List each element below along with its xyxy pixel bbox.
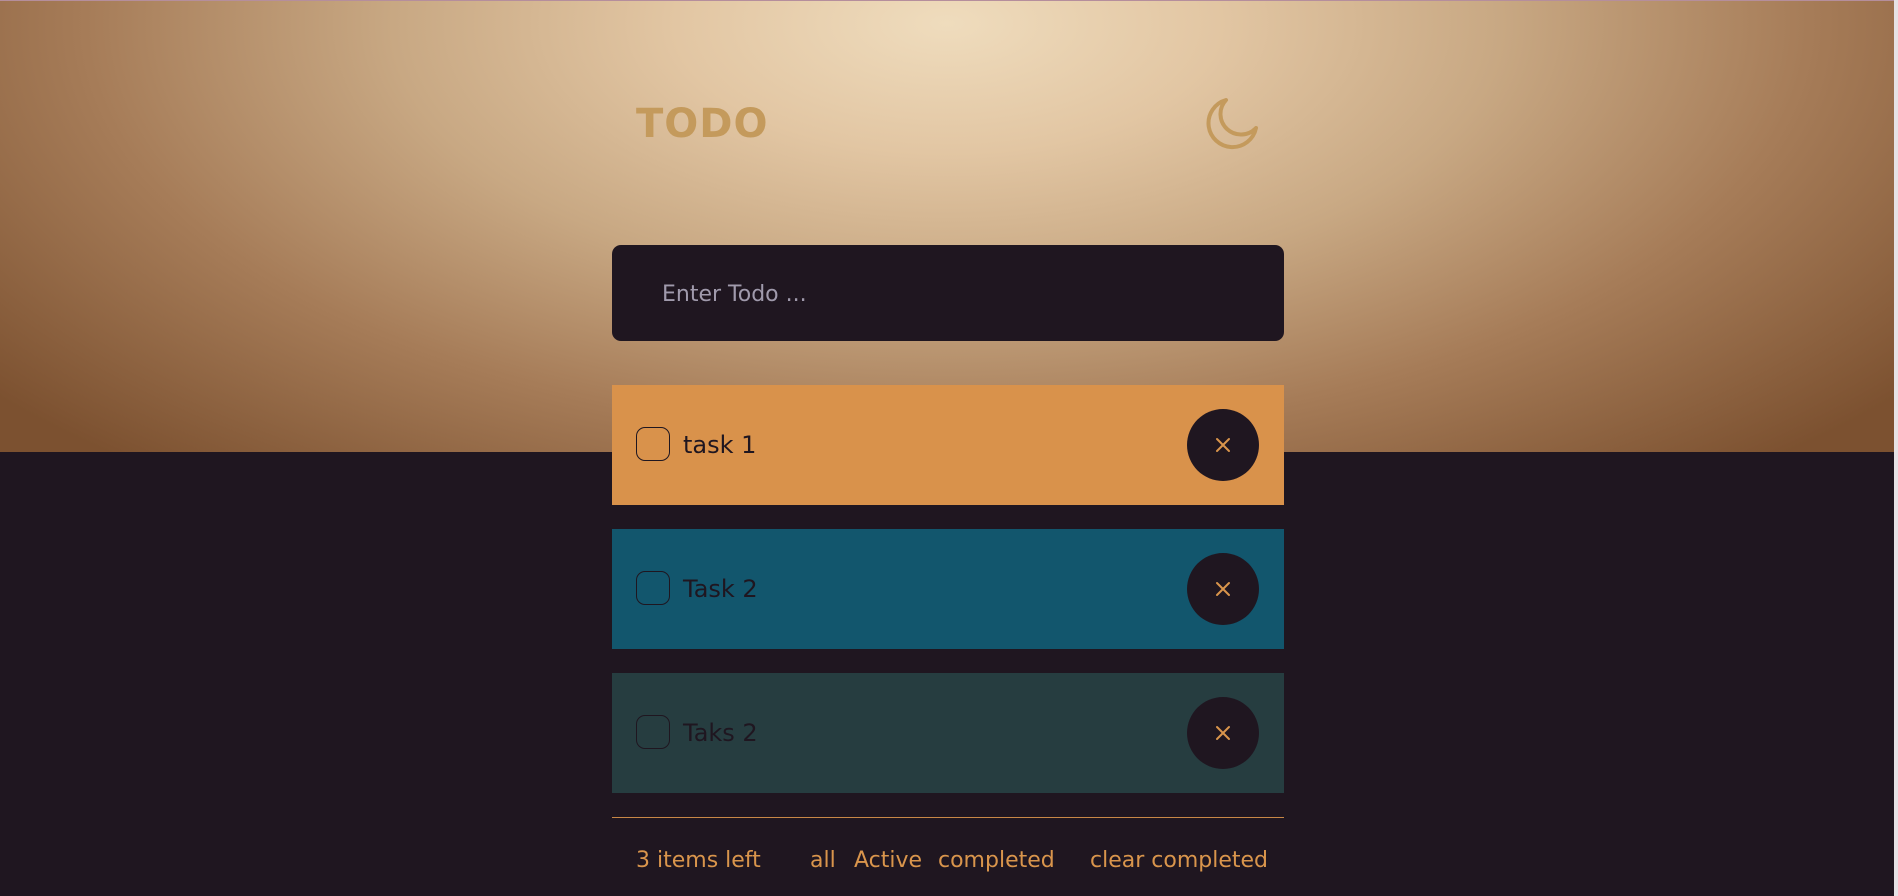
- todo-item: Task 2: [612, 529, 1284, 649]
- todo-checkbox[interactable]: [636, 427, 670, 461]
- todo-input-container: [612, 245, 1284, 343]
- footer-divider: [612, 817, 1284, 818]
- moon-icon[interactable]: [1202, 92, 1262, 152]
- footer: 3 items left all Active completed clear …: [612, 846, 1284, 876]
- page: TODO task 1 Task 2: [0, 0, 1898, 896]
- delete-todo-button[interactable]: [1187, 409, 1259, 481]
- app-title: TODO: [636, 101, 769, 147]
- todo-input[interactable]: [660, 245, 1244, 343]
- filter-all[interactable]: all: [810, 846, 836, 876]
- close-icon: [1216, 726, 1230, 740]
- todo-text: Task 2: [683, 575, 758, 603]
- filter-completed[interactable]: completed: [938, 846, 1055, 876]
- close-icon: [1216, 438, 1230, 452]
- todo-text: Taks 2: [683, 719, 758, 747]
- close-icon: [1216, 582, 1230, 596]
- delete-todo-button[interactable]: [1187, 553, 1259, 625]
- filter-active[interactable]: Active: [854, 846, 922, 876]
- todo-text: task 1: [683, 431, 757, 459]
- todo-checkbox[interactable]: [636, 571, 670, 605]
- items-left-count: 3 items left: [636, 848, 761, 873]
- todo-item: task 1: [612, 385, 1284, 505]
- delete-todo-button[interactable]: [1187, 697, 1259, 769]
- todo-checkbox[interactable]: [636, 715, 670, 749]
- window-edge: [1894, 0, 1898, 896]
- clear-completed-button[interactable]: clear completed: [1090, 846, 1268, 876]
- todo-item: Taks 2: [612, 673, 1284, 793]
